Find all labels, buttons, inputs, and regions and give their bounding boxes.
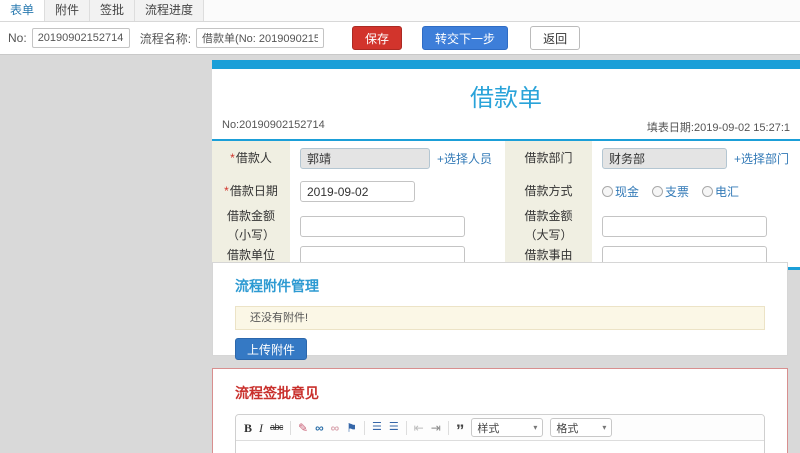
toolbar-separator [405,420,407,435]
loan-form-panel: 借款单 No:20190902152714 填表日期:2019-09-02 15… [212,60,800,270]
date-label: * 借款日期 [212,176,290,207]
styles-dropdown[interactable]: 样式 ▾ [471,418,544,437]
amount-small-label-text: 借款金额（小写） [226,208,275,242]
approval-title: 流程签批意见 [235,385,319,401]
radio-icon[interactable] [652,186,664,197]
method-field: 现金 支票 电汇 [592,176,800,207]
date-input[interactable] [300,181,415,202]
radio-icon[interactable] [702,186,714,197]
form-date-text: 填表日期:2019-09-02 15:27:1 [646,122,790,134]
radio-option-cheque[interactable]: 支票 [652,183,689,200]
amount-big-label: 借款金额（大写） [505,207,592,245]
amount-big-label-text: 借款金额（大写） [524,208,573,242]
attachments-panel: 流程附件管理 还没有附件! 上传附件 [212,262,788,360]
form-meta: No:20190902152714 填表日期:2019-09-02 15:27:… [212,118,800,139]
no-label: No: [8,31,27,45]
radio-option-cash[interactable]: 现金 [602,183,639,200]
back-button[interactable]: 返回 [530,26,581,50]
link-icon[interactable]: ∞ [315,422,324,434]
borrower-input[interactable] [300,148,430,169]
editor-content-area[interactable] [236,441,764,453]
strikethrough-icon[interactable]: abc [270,423,284,432]
format-dropdown[interactable]: 格式 ▾ [550,418,613,437]
bold-icon[interactable]: B [244,422,252,434]
save-button[interactable]: 保存 [352,26,403,50]
method-label-text: 借款方式 [524,183,573,198]
blockquote-icon[interactable]: ” [456,421,465,439]
tab-progress[interactable]: 流程进度 [135,0,205,21]
form-no-text: No:20190902152714 [222,119,325,131]
attachments-empty-message: 还没有附件! [235,306,765,330]
chevron-down-icon: ▾ [602,423,607,432]
indent-icon[interactable]: ⇥ [431,422,441,434]
radio-label-cash: 现金 [615,185,640,199]
process-name-input[interactable] [196,28,325,48]
remove-format-icon[interactable]: ✎ [298,422,308,434]
bulleted-list-icon[interactable]: ☰ [389,422,399,433]
screen: 表单 附件 签批 流程进度 No: 流程名称: 保存 转交下一步 返回 借款单 … [0,0,800,453]
form-title: 借款单 [470,85,542,112]
upload-attachment-button[interactable]: 上传附件 [235,338,308,360]
toolbar-separator [290,420,292,435]
borrower-label: * 借款人 [212,141,290,176]
required-asterisk: * [230,150,235,165]
amount-small-field [290,207,505,245]
required-asterisk: * [224,183,229,198]
format-dropdown-label: 格式 [556,422,579,435]
process-name-label: 流程名称: [139,31,192,46]
unlink-icon[interactable]: ∞ [331,422,340,434]
radio-icon[interactable] [602,186,613,197]
styles-dropdown-label: 样式 [477,422,500,435]
radio-option-wire[interactable]: 电汇 [702,183,739,200]
tab-attachments[interactable]: 附件 [45,0,91,21]
borrower-field: +选择人员 [290,141,505,176]
department-field: +选择部门 [592,141,800,176]
method-label: 借款方式 [505,176,592,207]
amount-big-input[interactable] [602,215,767,237]
toolbar: No: 流程名称: 保存 转交下一步 返回 [0,22,800,55]
select-person-link[interactable]: +选择人员 [437,150,492,167]
tab-form[interactable]: 表单 [0,0,46,21]
numbered-list-icon[interactable]: ☰ [372,422,382,433]
transfer-next-button[interactable]: 转交下一步 [422,26,509,50]
tab-approval[interactable]: 签批 [90,0,136,21]
chevron-down-icon: ▾ [533,423,538,432]
outdent-icon[interactable]: ⇤ [414,422,424,434]
anchor-flag-icon[interactable]: ⚑ [346,422,357,434]
attachments-title: 流程附件管理 [235,278,319,294]
toolbar-separator [363,420,365,435]
no-input[interactable] [31,28,130,48]
radio-label-wire: 电汇 [715,185,740,199]
select-department-link[interactable]: +选择部门 [734,150,789,167]
approval-panel: 流程签批意见 B I abc ✎ ∞ ∞ ⚑ ☰ ☰ ⇤ ⇥ ” 样式 ▾ 格式… [212,368,788,453]
date-label-text: 借款日期 [229,183,278,198]
department-input[interactable] [602,148,727,169]
tab-bar: 表单 附件 签批 流程进度 [0,0,800,22]
amount-big-field [592,207,800,245]
toolbar-separator [447,420,449,435]
editor-toolbar: B I abc ✎ ∞ ∞ ⚑ ☰ ☰ ⇤ ⇥ ” 样式 ▾ 格式 ▾ [236,415,764,441]
italic-icon[interactable]: I [259,422,263,434]
amount-small-input[interactable] [300,215,465,237]
amount-small-label: 借款金额（小写） [212,207,290,245]
panel-top-bar [212,60,800,69]
radio-label-cheque: 支票 [665,185,690,199]
workspace: 借款单 No:20190902152714 填表日期:2019-09-02 15… [0,55,800,453]
department-label-text: 借款部门 [524,150,573,165]
rich-text-editor: B I abc ✎ ∞ ∞ ⚑ ☰ ☰ ⇤ ⇥ ” 样式 ▾ 格式 ▾ [235,414,765,453]
department-label: 借款部门 [505,141,592,176]
borrower-label-text: 借款人 [235,150,272,165]
loan-form-fields: * 借款人 +选择人员 借款部门 +选择部门 * 借款日期 [212,141,800,267]
date-field [290,176,505,207]
